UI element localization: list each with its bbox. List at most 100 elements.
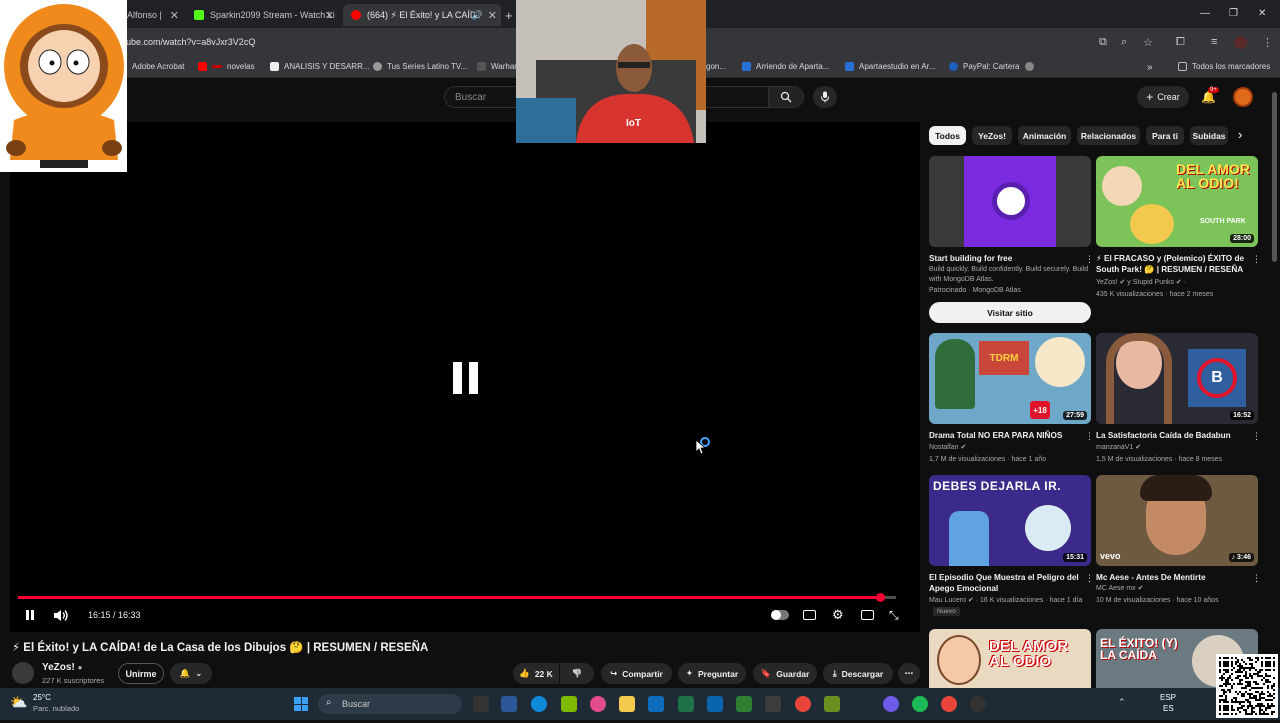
zoom-icon[interactable]: ⌕ (1121, 36, 1127, 49)
video-title[interactable]: Drama Total NO ERA PARA NIÑOS (929, 430, 1079, 441)
visit-site-button[interactable]: Visitar sitio (929, 302, 1091, 323)
tab-sparkin[interactable]: Sparkin2099 Stream - Watch Li ✕ (188, 4, 338, 26)
channel-name[interactable]: YeZos! ● (42, 662, 82, 673)
bookmark-analisis[interactable]: ANALISIS Y DESARR... (270, 62, 370, 71)
video-thumbnail[interactable]: B 16:52 (1096, 333, 1258, 424)
chip-relacionados[interactable]: Relacionados (1077, 126, 1140, 145)
all-bookmarks[interactable]: Todos los marcadores (1178, 62, 1270, 71)
bookmark-gon[interactable]: gon... (706, 62, 726, 71)
discord-icon[interactable] (883, 696, 899, 712)
minecraft-launcher-icon[interactable] (824, 696, 840, 712)
store-icon[interactable] (648, 696, 664, 712)
chip-subidas[interactable]: Subidas (1190, 126, 1228, 145)
more-options-icon[interactable]: ⋮ (1085, 573, 1094, 584)
windows-start-icon[interactable] (294, 697, 308, 711)
qr-code[interactable] (1216, 654, 1278, 718)
tab-youtube-active[interactable]: (664) ⚡ El Éxito! y LA CAÍDA 🔊 ✕ (343, 4, 501, 26)
more-options-icon[interactable]: ⋮ (1085, 431, 1094, 442)
download-button[interactable]: ⤓ Descargar (823, 663, 893, 684)
ad-thumbnail[interactable] (929, 156, 1091, 247)
scrollbar-thumb[interactable] (1272, 92, 1277, 262)
pause-button[interactable] (24, 609, 36, 622)
more-options-icon[interactable]: ⋮ (1252, 431, 1261, 442)
copilot-icon[interactable] (590, 696, 606, 712)
channel-avatar[interactable] (12, 662, 34, 684)
chip-todos[interactable]: Todos (929, 126, 966, 145)
dislike-button[interactable]: 👎 (560, 663, 594, 684)
more-options-icon[interactable]: ⋮ (1252, 254, 1261, 265)
task-view-icon[interactable] (473, 696, 489, 712)
close-icon[interactable]: ✕ (488, 9, 497, 22)
bookmark-apartaestudio[interactable]: Apartaestudio en Ar... (845, 62, 936, 71)
join-button[interactable]: Unirme (118, 663, 164, 684)
chrome-icon[interactable] (941, 696, 957, 712)
fullscreen-icon[interactable]: ⤡ (889, 608, 899, 623)
volume-icon[interactable] (53, 609, 69, 622)
video-channel[interactable]: MC Aese mx ✔ (1096, 584, 1256, 594)
bookmark-series[interactable]: Tus Series Latino TV... (373, 62, 467, 71)
edge-icon[interactable] (531, 696, 547, 712)
video-thumbnail[interactable]: DEL AMOR AL ODIO (929, 629, 1091, 688)
autoplay-toggle[interactable] (771, 610, 789, 620)
close-icon[interactable]: ✕ (325, 9, 334, 22)
video-channel[interactable]: Mau Lucero ✔ · 16 K visualizaciones · ha… (929, 596, 1089, 606)
taskbar-search[interactable] (318, 694, 462, 714)
voice-search-button[interactable] (813, 86, 837, 108)
video-channel[interactable]: Nostalfan ✔ (929, 443, 1089, 453)
media-icon[interactable]: ≡ (1211, 36, 1217, 48)
close-window-icon[interactable]: ✕ (1258, 8, 1266, 19)
chevron-right-icon[interactable]: › (1238, 127, 1242, 142)
avatar[interactable] (1233, 87, 1253, 107)
android-icon[interactable] (561, 696, 577, 712)
more-bookmarks-icon[interactable]: » (1147, 62, 1153, 73)
miniplayer-icon[interactable] (861, 610, 874, 620)
app-icon[interactable] (765, 696, 781, 712)
video-thumbnail[interactable]: TDRM +18 27:59 (929, 333, 1091, 424)
video-title[interactable]: ⚡ El FRACASO y (Polemico) ÉXITO de South… (1096, 253, 1246, 275)
chrome-icon[interactable] (795, 696, 811, 712)
settings-gear-icon[interactable]: ⚙ (832, 607, 844, 623)
video-thumbnail[interactable]: vevo ♪ 3:46 (1096, 475, 1258, 566)
minecraft-icon[interactable] (736, 696, 752, 712)
bookmark-warhar[interactable]: Warhar (477, 62, 517, 71)
like-button[interactable]: 👍 22 K (513, 663, 559, 684)
extensions-icon[interactable]: ⧠ (1176, 36, 1185, 49)
chevron-up-icon[interactable]: ⌃ (1118, 697, 1126, 708)
word-icon[interactable] (501, 696, 517, 712)
url-field[interactable]: ube.com/watch?v=a8vJxr3V2cQ (126, 37, 255, 47)
bookmark-adobe[interactable]: Adobe Acrobat (132, 62, 184, 71)
bookmark-globe[interactable] (1025, 62, 1039, 71)
outlook-icon[interactable] (707, 696, 723, 712)
more-actions-button[interactable]: ⋯ (898, 663, 920, 684)
bookmark-novelas[interactable]: novelas (198, 62, 255, 71)
subtitles-icon[interactable] (803, 610, 816, 620)
video-channel[interactable]: YeZos! ✔ y Stupid Punks ✔ · (1096, 278, 1256, 288)
save-button[interactable]: 🔖 Guardar (753, 663, 817, 684)
menu-icon[interactable]: ⋮ (1262, 36, 1273, 49)
ask-button[interactable]: ✦ Preguntar (678, 663, 746, 684)
profile-avatar[interactable] (1234, 36, 1247, 49)
bookmark-paypal[interactable]: PayPal: Cartera (949, 62, 1019, 71)
progress-bar[interactable] (18, 596, 896, 599)
more-options-icon[interactable]: ⋮ (1252, 573, 1261, 584)
excel-icon[interactable] (678, 696, 694, 712)
ad-title[interactable]: Start building for free (929, 253, 1079, 264)
subscribed-bell-button[interactable]: 🔔 ⌄ (170, 663, 212, 684)
chip-animacion[interactable]: Animación (1018, 126, 1071, 145)
video-title[interactable]: La Satisfactoria Caída de Badabun (1096, 430, 1246, 441)
restore-icon[interactable]: ❐ (1229, 8, 1238, 19)
star-icon[interactable]: ☆ (1143, 36, 1153, 49)
video-thumbnail[interactable]: DEL AMOR AL ODIO! SOUTH PARK 28:00 (1096, 156, 1258, 247)
video-thumbnail[interactable]: DEBES DEJARLA IR. 15:31 (929, 475, 1091, 566)
cast-icon[interactable]: ⧉ (1099, 36, 1107, 49)
video-title[interactable]: El Episodio Que Muestra el Peligro del A… (929, 572, 1079, 594)
video-title[interactable]: Mc Aese - Antes De Mentirte (1096, 572, 1246, 583)
speaker-icon[interactable]: 🔊 (472, 10, 483, 21)
spotify-icon[interactable] (912, 696, 928, 712)
chip-yezos[interactable]: YeZos! (972, 126, 1012, 145)
search-button[interactable] (768, 86, 804, 108)
video-channel[interactable]: manzanaV1 ✔ (1096, 443, 1256, 453)
weather-icon[interactable]: ⛅ (10, 694, 27, 711)
folder-icon[interactable] (619, 696, 635, 712)
chip-para-ti[interactable]: Para ti (1146, 126, 1184, 145)
